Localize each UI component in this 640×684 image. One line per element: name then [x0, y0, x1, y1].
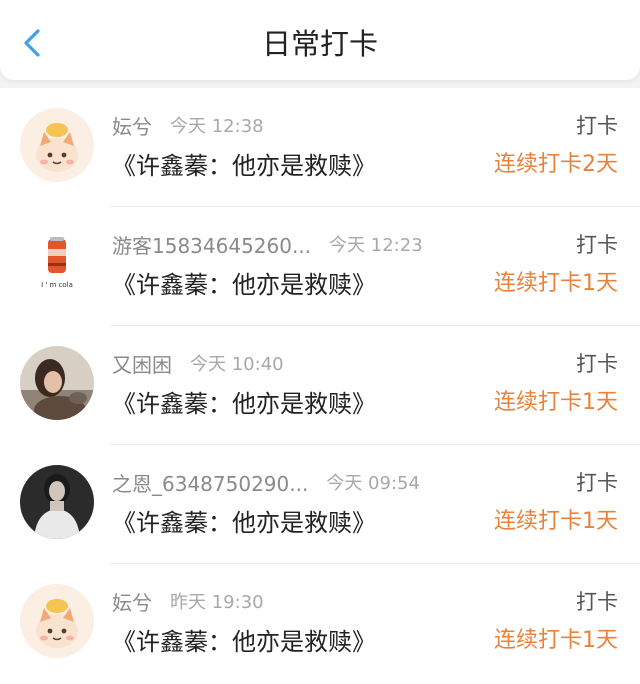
item-meta: 妘兮 今天 12:38 — [112, 110, 264, 140]
book-title[interactable]: 《许鑫蓁：他亦是救赎》 — [112, 503, 376, 538]
user-name[interactable]: 游客15834645260... — [112, 230, 311, 259]
checkin-button[interactable]: 打卡 — [576, 586, 618, 616]
streak-label: 连续打卡1天 — [494, 628, 618, 653]
list-item[interactable]: 之恩_6348750290... 今天 09:54 《许鑫蓁：他亦是救赎》 打卡… — [0, 445, 640, 564]
checkin-button[interactable]: 打卡 — [576, 229, 618, 259]
book-title[interactable]: 《许鑫蓁：他亦是救赎》 — [112, 265, 376, 300]
list-item[interactable]: 妘兮 今天 12:38 《许鑫蓁：他亦是救赎》 打卡 连续打卡2天 — [0, 88, 640, 207]
user-name[interactable]: 之恩_6348750290... — [112, 468, 308, 497]
photo-avatar[interactable] — [20, 346, 94, 420]
list-item[interactable]: 又困困 今天 10:40 《许鑫蓁：他亦是救赎》 打卡 连续打卡1天 — [0, 326, 640, 445]
list-item[interactable]: 妘兮 昨天 19:30 《许鑫蓁：他亦是救赎》 打卡 连续打卡1天 — [0, 564, 640, 683]
checkin-button[interactable]: 打卡 — [576, 110, 618, 140]
item-meta: 游客15834645260... 今天 12:23 — [112, 229, 423, 259]
avatar-caption: I ' m cola — [41, 281, 73, 289]
cartoon-cat-avatar[interactable] — [20, 108, 94, 182]
checkin-time: 今天 09:54 — [326, 473, 420, 494]
checkin-time: 今天 12:23 — [329, 235, 423, 256]
user-name[interactable]: 妘兮 — [112, 111, 152, 140]
book-title[interactable]: 《许鑫蓁：他亦是救赎》 — [112, 146, 376, 181]
user-name[interactable]: 妘兮 — [112, 587, 152, 616]
photo-avatar[interactable] — [20, 465, 94, 539]
item-meta: 又困困 今天 10:40 — [112, 348, 284, 378]
top-bar: 日常打卡 — [0, 0, 640, 80]
item-meta: 之恩_6348750290... 今天 09:54 — [112, 467, 420, 497]
book-title[interactable]: 《许鑫蓁：他亦是救赎》 — [112, 384, 376, 419]
checkin-time: 昨天 19:30 — [170, 592, 264, 613]
checkin-button[interactable]: 打卡 — [576, 467, 618, 497]
list-item[interactable]: I ' m cola 游客15834645260... 今天 12:23 《许鑫… — [0, 207, 640, 326]
user-name[interactable]: 又困困 — [112, 349, 172, 378]
streak-label: 连续打卡2天 — [494, 152, 618, 177]
cartoon-cat-avatar[interactable] — [20, 584, 94, 658]
checkin-time: 今天 10:40 — [190, 354, 284, 375]
checkin-button[interactable]: 打卡 — [576, 348, 618, 378]
checkin-list: 妘兮 今天 12:38 《许鑫蓁：他亦是救赎》 打卡 连续打卡2天 I ' m … — [0, 88, 640, 684]
streak-label: 连续打卡1天 — [494, 390, 618, 415]
checkin-time: 今天 12:38 — [170, 116, 264, 137]
streak-label: 连续打卡1天 — [494, 271, 618, 296]
item-meta: 妘兮 昨天 19:30 — [112, 586, 264, 616]
streak-label: 连续打卡1天 — [494, 509, 618, 534]
soda-can-avatar[interactable]: I ' m cola — [20, 227, 94, 301]
page-title: 日常打卡 — [261, 27, 378, 61]
book-title[interactable]: 《许鑫蓁：他亦是救赎》 — [112, 622, 376, 657]
